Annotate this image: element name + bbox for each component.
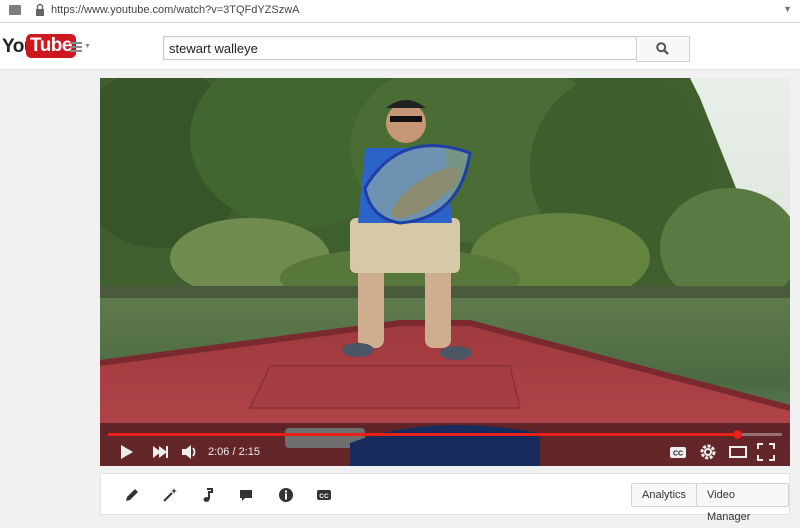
browser-address-bar: https://www.youtube.com/watch?v=3TQFdYZS…: [0, 0, 800, 23]
lock-icon: [36, 3, 44, 16]
progress-scrubber[interactable]: [733, 430, 742, 439]
video-player[interactable]: 2:06 / 2:15 CC: [100, 78, 790, 466]
play-icon[interactable]: [118, 442, 136, 462]
progress-played: [108, 433, 737, 436]
captions-icon[interactable]: CC: [315, 486, 333, 504]
page-icon: [9, 5, 21, 15]
search-icon: [656, 42, 669, 55]
svg-text:CC: CC: [673, 451, 683, 458]
video-action-bar: CC Analytics Video Manager: [100, 473, 790, 523]
url-text[interactable]: https://www.youtube.com/watch?v=3TQFdYZS…: [51, 4, 300, 16]
pencil-icon[interactable]: [123, 486, 141, 504]
captions-icon[interactable]: CC: [668, 442, 688, 462]
info-icon[interactable]: [277, 486, 295, 504]
current-time: 2:06: [208, 446, 230, 458]
fullscreen-icon[interactable]: [756, 442, 776, 462]
progress-bar[interactable]: [108, 430, 782, 439]
music-note-icon[interactable]: [199, 486, 217, 504]
time-separator: /: [232, 446, 236, 458]
comment-icon[interactable]: [237, 486, 255, 504]
youtube-header: You Tube ▼: [0, 23, 800, 70]
video-manager-button[interactable]: Video Manager: [696, 483, 789, 523]
logo-tube-text: Tube: [26, 34, 76, 58]
magic-wand-icon[interactable]: [161, 486, 179, 504]
analytics-button[interactable]: Analytics: [631, 483, 698, 507]
volume-icon[interactable]: [180, 442, 200, 462]
svg-text:CC: CC: [319, 493, 329, 500]
settings-icon[interactable]: [698, 442, 718, 462]
dropdown-caret-icon[interactable]: ▼: [783, 4, 792, 14]
next-icon[interactable]: [150, 442, 170, 462]
search-input[interactable]: [164, 37, 636, 59]
theater-icon[interactable]: [728, 442, 748, 462]
duration: 2:15: [238, 446, 261, 458]
time-display: 2:06 / 2:15: [208, 446, 260, 458]
search-box: [163, 36, 637, 60]
search-button[interactable]: [636, 36, 690, 62]
guide-menu-icon[interactable]: ▼: [70, 40, 92, 54]
video-frame: [100, 78, 790, 466]
